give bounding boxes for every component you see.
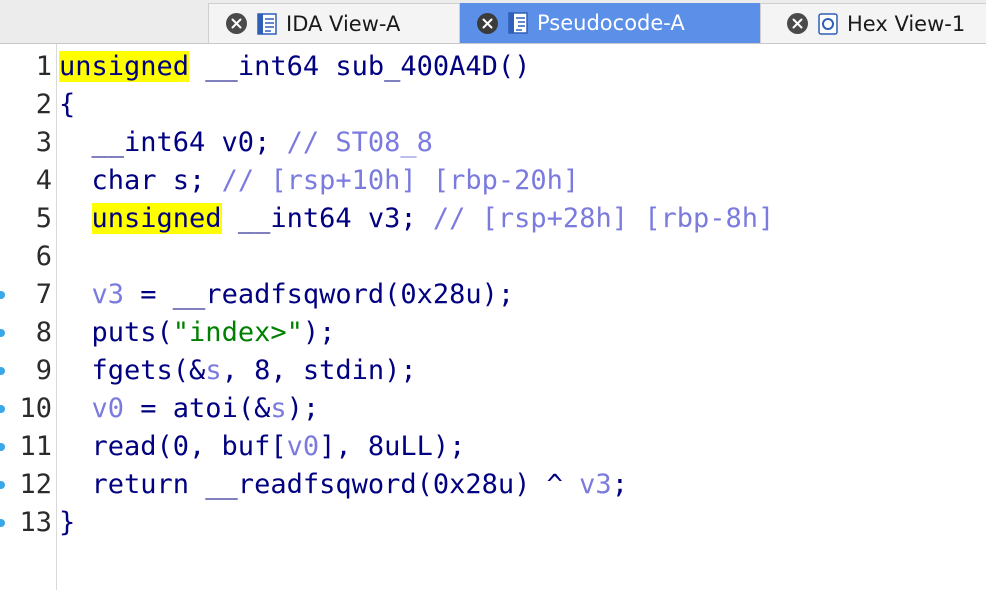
disassembly-view-icon	[257, 12, 277, 35]
line-number: 12	[19, 469, 52, 500]
line-number: 8	[35, 317, 52, 348]
code-token: v3	[59, 279, 125, 310]
line-number: 11	[19, 431, 52, 462]
line-number: 6	[35, 241, 52, 272]
code-line[interactable]: 3 __int64 v0; // ST08_8	[0, 124, 986, 162]
code-token: ;	[611, 469, 628, 500]
close-icon[interactable]	[226, 13, 247, 34]
code-token: unsigned	[91, 203, 222, 234]
line-number: 10	[19, 393, 52, 424]
code-token: // [rsp+10h] [rbp-20h]	[221, 165, 580, 196]
line-number: 7	[35, 279, 52, 310]
line-number: 1	[35, 51, 52, 82]
code-token: = atoi(&	[124, 393, 271, 424]
code-line[interactable]: 6	[0, 238, 986, 276]
code-text: fgets(&s, 8, stdin);	[59, 352, 417, 390]
code-token: "index>"	[172, 317, 303, 348]
code-token: s	[270, 393, 287, 424]
line-number: 3	[35, 127, 52, 158]
tab-label: Pseudocode-A	[537, 11, 685, 35]
code-token: __int64 v0;	[59, 127, 287, 158]
line-number: 5	[35, 203, 52, 234]
line-number: 9	[35, 355, 52, 386]
breakpoint-marker-icon[interactable]	[0, 367, 5, 375]
breakpoint-marker-icon[interactable]	[0, 519, 5, 527]
code-text: unsigned __int64 v3; // [rsp+28h] [rbp-8…	[59, 200, 774, 238]
tab-ida-view-a[interactable]: IDA View-A	[208, 3, 460, 43]
code-token: {	[59, 89, 76, 120]
code-line[interactable]: 11 read(0, buf[v0], 8uLL);	[0, 428, 986, 466]
code-token: }	[59, 507, 76, 538]
code-line[interactable]: 1 unsigned __int64 sub_400A4D()	[0, 48, 986, 86]
pseudocode-editor[interactable]: 1 unsigned __int64 sub_400A4D() 2{3 __int6…	[0, 44, 986, 590]
code-text: read(0, buf[v0], 8uLL);	[59, 428, 466, 466]
code-line[interactable]: 10 v0 = atoi(&s);	[0, 390, 986, 428]
tab-label: Hex View-1	[847, 11, 966, 36]
code-text: }	[59, 504, 75, 542]
code-line[interactable]: 7 v3 = __readfsqword(0x28u);	[0, 276, 986, 314]
code-token: s	[205, 355, 222, 386]
breakpoint-marker-icon[interactable]	[0, 291, 5, 299]
tab-hex-view-1[interactable]: Hex View-1	[760, 3, 986, 43]
line-number: 13	[19, 507, 52, 538]
code-token: __int64 v3;	[221, 203, 433, 234]
code-text: puts("index>");	[59, 314, 336, 352]
code-token: fgets(&	[59, 355, 206, 386]
breakpoint-marker-icon[interactable]	[0, 329, 5, 337]
code-token: char s;	[59, 165, 222, 196]
code-line[interactable]: 4 char s; // [rsp+10h] [rbp-20h]	[0, 162, 986, 200]
code-token: ], 8uLL);	[319, 431, 466, 462]
code-token: );	[302, 317, 336, 348]
code-line[interactable]: 13}	[0, 504, 986, 542]
tab-label: IDA View-A	[286, 11, 401, 36]
close-icon[interactable]	[477, 12, 498, 34]
code-line[interactable]: 2{	[0, 86, 986, 124]
close-icon[interactable]	[787, 13, 808, 34]
code-line[interactable]: 5 unsigned __int64 v3; // [rsp+28h] [rbp…	[0, 200, 986, 238]
code-token: // ST08_8	[286, 127, 433, 158]
breakpoint-marker-icon[interactable]	[0, 405, 5, 413]
code-token: __int64 sub_400A4D()	[189, 51, 531, 82]
breakpoint-marker-icon[interactable]	[0, 443, 5, 451]
breakpoint-marker-icon[interactable]	[0, 481, 5, 489]
code-text: char s; // [rsp+10h] [rbp-20h]	[59, 162, 580, 200]
code-token: unsigned	[59, 51, 190, 82]
code-text: return __readfsqword(0x28u) ^ v3;	[59, 466, 628, 504]
code-line[interactable]: 9 fgets(&s, 8, stdin);	[0, 352, 986, 390]
code-text: unsigned __int64 sub_400A4D()	[59, 48, 530, 86]
code-text: __int64 v0; // ST08_8	[59, 124, 433, 162]
hex-view-icon	[818, 12, 838, 35]
code-token: v0	[59, 393, 125, 424]
line-number: 2	[35, 89, 52, 120]
code-token: // [rsp+28h] [rbp-8h]	[432, 203, 775, 234]
code-text: {	[59, 86, 75, 124]
code-token: read(0, buf[	[59, 431, 287, 462]
pseudocode-view-icon	[508, 12, 528, 34]
tab-bar: IDA View-A Pseudocode-A Hex View-1	[0, 0, 986, 44]
code-token: , 8, stdin);	[221, 355, 417, 386]
line-number: 4	[35, 165, 52, 196]
code-token: v3	[579, 469, 612, 500]
code-line[interactable]: 8 puts("index>");	[0, 314, 986, 352]
code-text: v3 = __readfsqword(0x28u);	[59, 276, 515, 314]
tab-pseudocode-a[interactable]: Pseudocode-A	[460, 3, 760, 43]
code-token: v0	[286, 431, 320, 462]
code-token: return __readfsqword(0x28u) ^	[59, 469, 580, 500]
code-token: = __readfsqword(0x28u);	[124, 279, 515, 310]
code-token: puts(	[59, 317, 173, 348]
code-line[interactable]: 12 return __readfsqword(0x28u) ^ v3;	[0, 466, 986, 504]
code-text: v0 = atoi(&s);	[59, 390, 320, 428]
code-token: );	[286, 393, 320, 424]
